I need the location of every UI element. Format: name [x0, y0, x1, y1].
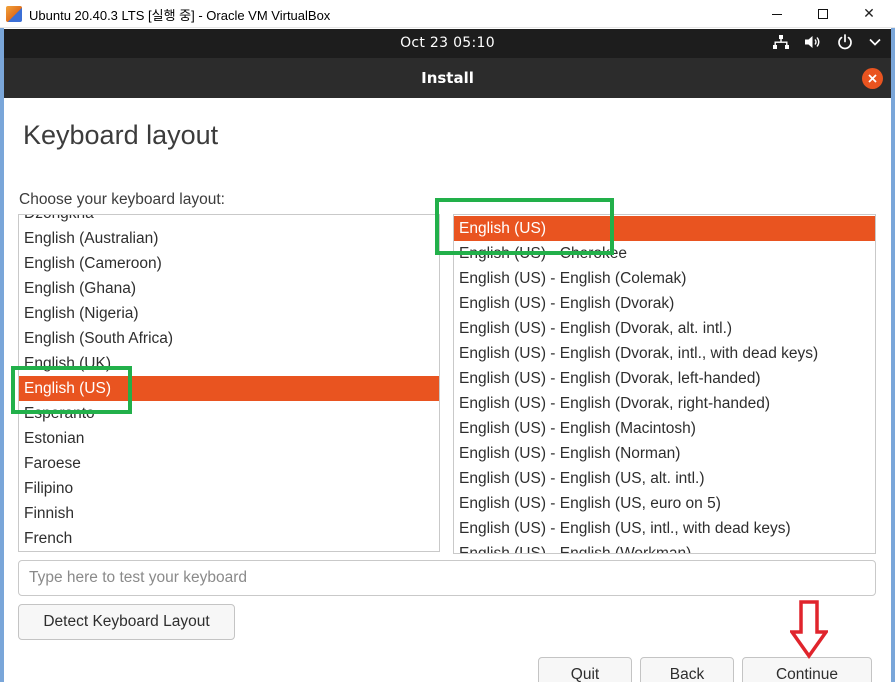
layout-list-item[interactable]: Finnish	[19, 501, 439, 526]
installer-content: Keyboard layout Choose your keyboard lay…	[4, 98, 891, 682]
back-button[interactable]: Back	[640, 657, 734, 682]
layout-list-item[interactable]: Dzongkha	[19, 215, 439, 226]
variant-list-item[interactable]: English (US) - English (US, euro on 5)	[454, 491, 875, 516]
clock[interactable]: Oct 23 05:10	[4, 35, 891, 51]
network-icon[interactable]	[773, 35, 789, 49]
power-icon[interactable]	[837, 34, 853, 50]
ubuntu-top-panel: Oct 23 05:10	[4, 29, 891, 58]
variant-list-item[interactable]: English (US) - English (US, intl., with …	[454, 516, 875, 541]
variant-list-item[interactable]: English (US) - English (Dvorak, left-han…	[454, 366, 875, 391]
variant-list-item[interactable]: English (US) - English (Dvorak, intl., w…	[454, 341, 875, 366]
page-title: Keyboard layout	[23, 120, 219, 150]
variant-list-item[interactable]: English (US) - English (Dvorak, alt. int…	[454, 316, 875, 341]
variant-list-item[interactable]: English (US) - English (Macintosh)	[454, 416, 875, 441]
minimize-button[interactable]	[754, 0, 800, 28]
layout-list-item[interactable]: Faroese	[19, 451, 439, 476]
variant-list-items: English (US) English (US) - Cherokee Engli…	[454, 216, 875, 553]
keyboard-test-input[interactable]	[18, 560, 876, 596]
layout-list-item[interactable]: English (Australian)	[19, 226, 439, 251]
maximize-button[interactable]	[800, 0, 846, 28]
installer-close-button[interactable]	[862, 68, 883, 89]
layout-list-item[interactable]: English (Cameroon)	[19, 251, 439, 276]
host-window-title: Ubuntu 20.40.3 LTS [실행 중] - Oracle VM Vi…	[29, 8, 331, 23]
layout-list-item[interactable]: Estonian	[19, 426, 439, 451]
variant-list-item[interactable]: English (US) - English (Colemak)	[454, 266, 875, 291]
variant-list-item[interactable]: English (US) - English (Dvorak)	[454, 291, 875, 316]
maximize-icon	[818, 9, 828, 19]
annotation-highlight-variant	[435, 198, 614, 255]
variant-list-item[interactable]: English (US) - English (Norman)	[454, 441, 875, 466]
layout-section-label: Choose your keyboard layout:	[19, 191, 225, 208]
host-titlebar: Ubuntu 20.40.3 LTS [실행 중] - Oracle VM Vi…	[0, 0, 895, 28]
vm-frame-right	[891, 28, 895, 682]
layout-list-item[interactable]: Filipino	[19, 476, 439, 501]
installer-title: Install	[421, 69, 474, 87]
layout-list-item[interactable]: English (Ghana)	[19, 276, 439, 301]
layout-list-item[interactable]: English (Nigeria)	[19, 301, 439, 326]
host-close-button[interactable]: ✕	[846, 0, 892, 28]
annotation-highlight-layout	[11, 366, 132, 414]
variant-list-item[interactable]: English (US) - English (Workman)	[454, 541, 875, 553]
installer-header: Install	[4, 58, 891, 98]
quit-button[interactable]: Quit	[538, 657, 632, 682]
system-tray[interactable]	[773, 34, 881, 50]
detect-keyboard-layout-button[interactable]: Detect Keyboard Layout	[18, 604, 235, 640]
virtualbox-app-icon	[6, 6, 22, 22]
volume-icon[interactable]	[805, 35, 821, 49]
close-icon	[868, 74, 877, 83]
annotation-arrow-down-icon	[788, 600, 830, 664]
variant-list-item[interactable]: English (US) - English (Dvorak, right-ha…	[454, 391, 875, 416]
variant-list-item[interactable]: English (US) - English (US, alt. intl.)	[454, 466, 875, 491]
layout-list-item[interactable]: English (South Africa)	[19, 326, 439, 351]
chevron-down-icon[interactable]	[869, 38, 881, 46]
minimize-icon	[772, 13, 782, 15]
variant-list[interactable]: English (US) English (US) - Cherokee Engli…	[453, 214, 876, 554]
layout-list-item[interactable]: French	[19, 526, 439, 551]
